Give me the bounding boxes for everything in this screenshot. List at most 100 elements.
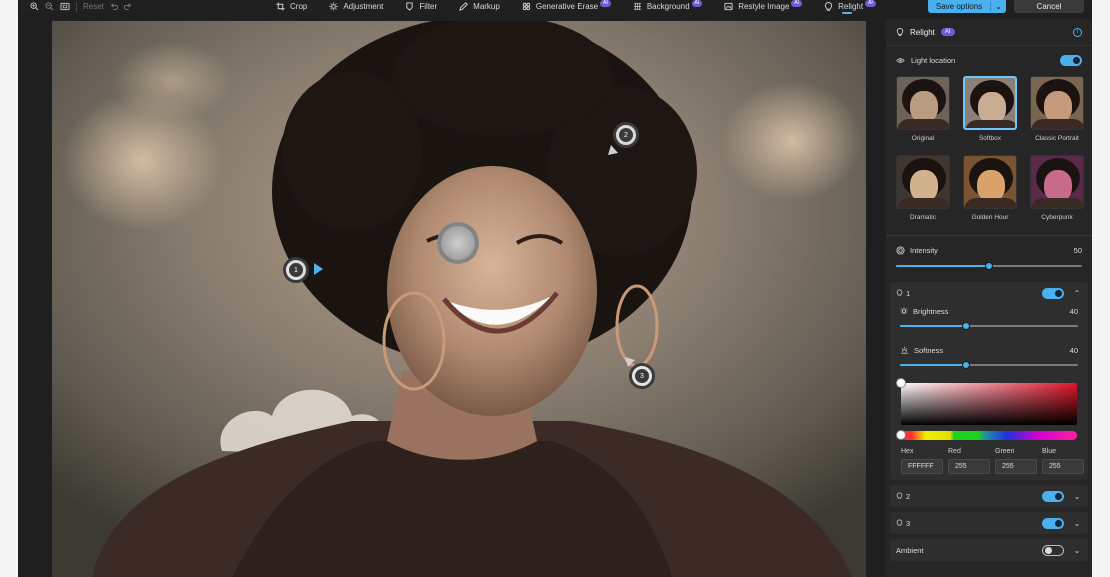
tool-label: Filter (419, 2, 438, 11)
light-3-header[interactable]: 3 ⌄ (890, 512, 1088, 534)
tool-label: Background (646, 2, 690, 11)
preset-thumbnail (896, 76, 950, 130)
tool-filter[interactable]: Filter (405, 0, 437, 13)
preset-grid: Original Softbox Classic Portrait Dramat… (886, 76, 1092, 224)
hue-slider-handle[interactable] (896, 430, 906, 440)
info-icon[interactable]: i (1073, 27, 1082, 37)
tool-label: Relight (838, 2, 864, 11)
pen-icon (459, 2, 469, 11)
panel-title: Relight (910, 27, 935, 37)
color-picker-field[interactable] (896, 378, 1077, 425)
tool-label: Restyle Image (738, 2, 790, 11)
softness-slider[interactable] (900, 359, 1078, 371)
intensity-value: 50 (1073, 245, 1082, 255)
hue-slider[interactable] (896, 430, 1077, 440)
reset-button[interactable]: Reset (83, 0, 104, 13)
chevron-down-icon[interactable]: ⌄ (990, 2, 1006, 11)
chevron-down-icon[interactable]: ⌄ (1072, 492, 1082, 501)
panel-header: Relight AI i (886, 19, 1092, 46)
chevron-down-icon[interactable]: ⌄ (1072, 546, 1082, 555)
save-options-button[interactable]: Save options ⌄ (928, 0, 1006, 13)
ai-badge: AI (691, 0, 703, 7)
preset-thumbnail (963, 76, 1017, 130)
blue-label: Blue (1042, 448, 1057, 455)
ambient-toggle[interactable] (1042, 544, 1064, 556)
intensity-slider[interactable] (896, 260, 1082, 272)
light-handle-number: 3 (635, 369, 649, 383)
preset-label: Cyberpunk (1041, 214, 1073, 221)
intensity-label: Intensity (910, 245, 938, 255)
light-1-header[interactable]: 1 ⌃ (890, 282, 1088, 304)
tool-relight[interactable]: Relight AI (824, 0, 876, 14)
preset-thumbnail (896, 155, 950, 209)
zoom-in-icon[interactable] (30, 0, 39, 13)
color-picker-handle[interactable] (896, 378, 906, 388)
preset-cyberpunk[interactable]: Cyberpunk (1029, 155, 1085, 224)
green-label: Green (995, 448, 1015, 455)
preset-softbox[interactable]: Softbox (962, 76, 1018, 145)
preset-label: Original (911, 135, 935, 142)
chevron-up-icon[interactable]: ⌃ (1072, 289, 1082, 298)
light-handle-1[interactable]: 1 (283, 257, 309, 283)
restyle-icon (724, 2, 733, 11)
view-controls: Reset (30, 0, 132, 13)
light-focus-point[interactable] (437, 222, 479, 264)
preset-classic-portrait[interactable]: Classic Portrait (1029, 76, 1085, 145)
preset-golden-hour[interactable]: Golden Hour (962, 155, 1018, 224)
red-input[interactable]: 255 (948, 459, 990, 474)
save-options-label: Save options (935, 2, 983, 11)
cancel-button[interactable]: Cancel (1014, 0, 1084, 13)
green-input[interactable]: 255 (995, 459, 1037, 474)
fit-to-screen-icon[interactable] (60, 0, 70, 13)
brightness-slider[interactable] (900, 320, 1078, 332)
red-label: Red (948, 448, 961, 455)
light-1-toggle[interactable] (1042, 287, 1064, 299)
erase-icon (522, 2, 531, 11)
photo-editor-window: Reset Crop Adjustment Filter Markup Gene… (18, 0, 1092, 577)
light-3-label: 3 (906, 518, 911, 528)
brightness-value: 40 (1069, 306, 1078, 316)
preset-original[interactable]: Original (895, 76, 951, 145)
light-handle-number: 2 (619, 128, 633, 142)
preset-label: Softbox (978, 135, 1002, 142)
tool-background[interactable]: Background AI (633, 0, 703, 13)
tool-restyle-image[interactable]: Restyle Image AI (724, 0, 803, 13)
intensity-icon (896, 245, 905, 255)
ai-badge: AI (791, 0, 803, 7)
ambient-section: Ambient ⌄ (890, 539, 1088, 561)
slider-thumb[interactable] (985, 262, 993, 270)
softness-row: Softness 40 (890, 343, 1088, 357)
preset-thumbnail (1030, 155, 1084, 209)
chevron-down-icon[interactable]: ⌄ (1072, 519, 1082, 528)
preset-thumbnail (1030, 76, 1084, 130)
slider-thumb[interactable] (961, 322, 970, 330)
light-location-toggle[interactable] (1060, 54, 1082, 66)
divider (886, 235, 1092, 236)
color-value-inputs: FFFFFF 255 255 255 (890, 455, 1088, 474)
tool-crop[interactable]: Crop (276, 0, 307, 13)
preset-thumbnail (963, 155, 1017, 209)
light-3-toggle[interactable] (1042, 517, 1064, 529)
portrait-photo (52, 21, 866, 577)
ambient-header[interactable]: Ambient ⌄ (890, 539, 1088, 561)
zoom-out-icon[interactable] (45, 0, 54, 13)
hex-input[interactable]: FFFFFF (901, 459, 943, 474)
tool-markup[interactable]: Markup (459, 0, 500, 13)
slider-fill (900, 325, 966, 327)
light-location-label: Light location (911, 55, 956, 65)
tool-generative-erase[interactable]: Generative Erase AI (522, 0, 611, 13)
light-2-toggle[interactable] (1042, 490, 1064, 502)
light-2-header[interactable]: 2 ⌄ (890, 485, 1088, 507)
crop-icon (276, 2, 285, 11)
sun-icon (900, 307, 908, 315)
slider-thumb[interactable] (961, 361, 970, 369)
tool-label: Generative Erase (535, 2, 599, 11)
undo-icon[interactable] (110, 0, 118, 13)
blue-input[interactable]: 255 (1042, 459, 1084, 474)
tool-adjustment[interactable]: Adjustment (329, 0, 383, 13)
photo-canvas[interactable]: 1 2 3 (52, 21, 866, 577)
ai-badge: AI (600, 0, 611, 7)
redo-icon[interactable] (123, 0, 132, 13)
preset-dramatic[interactable]: Dramatic (895, 155, 951, 224)
bulb-icon (896, 492, 903, 499)
